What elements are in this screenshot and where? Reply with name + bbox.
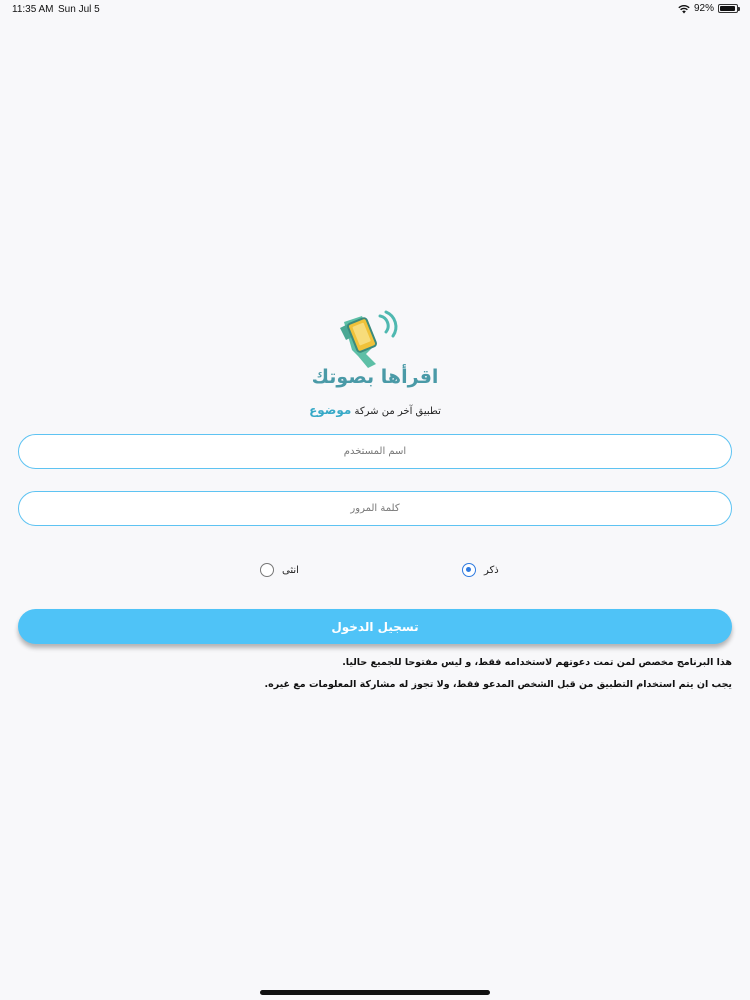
wifi-icon bbox=[678, 4, 690, 13]
status-time: 11:35 AM bbox=[12, 4, 54, 15]
brand-name: موضوع bbox=[309, 403, 352, 417]
username-input[interactable] bbox=[18, 434, 732, 469]
battery-level bbox=[720, 6, 735, 11]
home-indicator[interactable] bbox=[260, 990, 490, 995]
male-radio-option[interactable]: ذكر bbox=[462, 563, 499, 577]
invitation-notice: هذا البرنامج مخصص لمن تمت دعوتهم لاستخدا… bbox=[342, 657, 732, 668]
male-label: ذكر bbox=[484, 564, 499, 576]
status-indicators: 92% bbox=[678, 3, 740, 14]
usage-notice: يجب ان يتم استخدام التطبيق من قبل الشخص … bbox=[264, 679, 733, 690]
gender-radio-group: انثى ذكر bbox=[0, 563, 750, 581]
female-radio-option[interactable]: انثى bbox=[260, 563, 299, 577]
password-input[interactable] bbox=[18, 491, 732, 526]
login-screen: 11:35 AM Sun Jul 5 92% اقرأها بصوتك تطبي… bbox=[0, 0, 750, 1000]
female-label: انثى bbox=[282, 564, 299, 576]
male-radio-button[interactable] bbox=[462, 563, 476, 577]
company-tagline: تطبيق آخر من شركة موضوع bbox=[250, 403, 500, 417]
battery-icon bbox=[718, 4, 740, 13]
status-date: Sun Jul 5 bbox=[58, 4, 100, 15]
status-bar: 11:35 AM Sun Jul 5 92% bbox=[0, 0, 750, 20]
app-title: اقرأها بصوتك bbox=[311, 366, 439, 388]
tagline-text: تطبيق آخر من شركة bbox=[354, 406, 441, 417]
battery-percent: 92% bbox=[693, 3, 714, 14]
login-button[interactable]: تسجيل الدخول bbox=[18, 609, 732, 644]
female-radio-button[interactable] bbox=[260, 563, 274, 577]
